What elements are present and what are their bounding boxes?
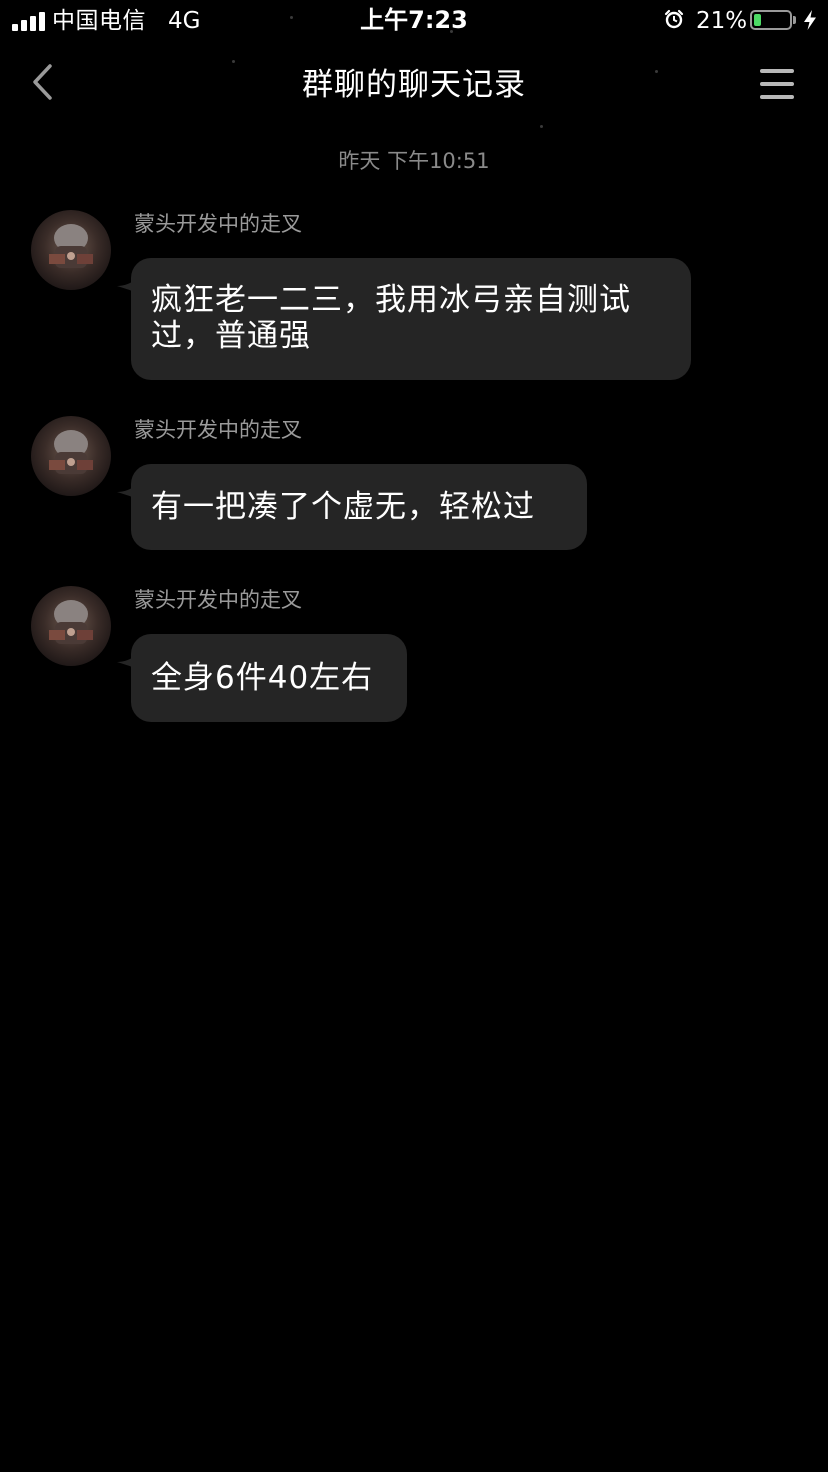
battery-icon <box>750 10 792 30</box>
page-title: 群聊的聊天记录 <box>302 67 526 103</box>
avatar-image <box>31 416 111 496</box>
chat-timestamp: 昨天 下午10:51 <box>338 149 490 173</box>
avatar[interactable] <box>31 416 111 496</box>
charging-icon <box>804 10 816 30</box>
message-bubble[interactable]: 疯狂老一二三，我用冰弓亲自测试过，普通强 <box>131 258 691 380</box>
menu-button[interactable] <box>756 64 800 104</box>
message-bubble[interactable]: 有一把凑了个虚无，轻松过 <box>131 464 587 550</box>
sender-name: 蒙头开发中的走叉 <box>134 418 302 442</box>
sender-name: 蒙头开发中的走叉 <box>134 588 302 612</box>
menu-icon <box>760 69 794 73</box>
battery-percent: 21% <box>696 8 748 34</box>
status-bar: 中国电信 4G 上午7:23 21% <box>0 0 828 42</box>
avatar[interactable] <box>31 586 111 666</box>
menu-icon-line <box>760 95 794 99</box>
menu-icon-line <box>760 82 794 86</box>
sender-name: 蒙头开发中的走叉 <box>134 212 302 236</box>
background-star <box>540 125 543 128</box>
avatar-image <box>31 210 111 290</box>
avatar[interactable] <box>31 210 111 290</box>
battery-level-fill <box>754 14 761 26</box>
nav-bar: 群聊的聊天记录 <box>0 48 828 120</box>
battery-cap <box>793 16 796 24</box>
avatar-image <box>31 586 111 666</box>
message-bubble[interactable]: 全身6件40左右 <box>131 634 407 722</box>
alarm-icon <box>664 9 684 29</box>
